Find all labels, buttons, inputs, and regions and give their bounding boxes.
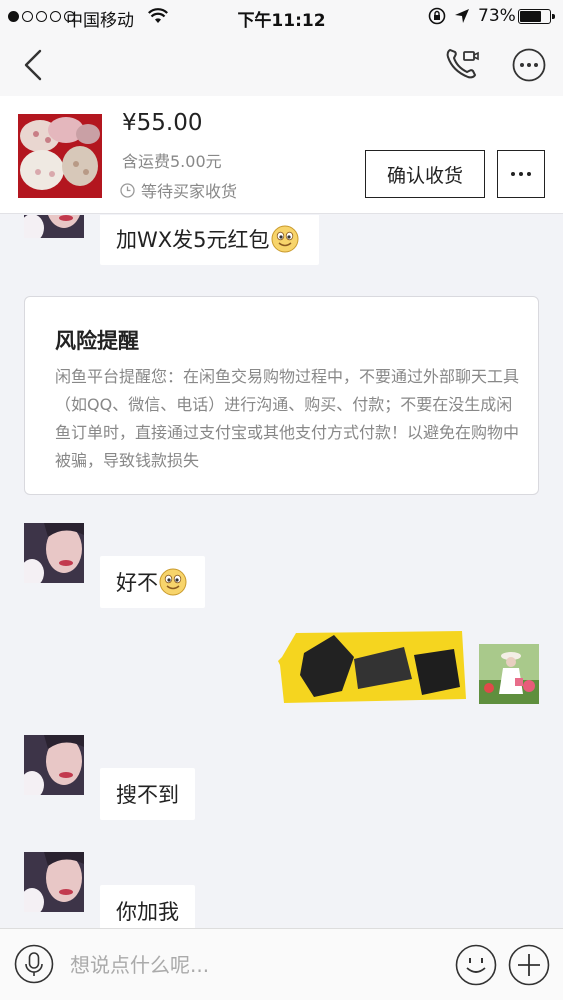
status-bar: 中国移动 下午11:12 73% [0, 0, 563, 34]
order-summary: ¥55.00 含运费5.00元 等待买家收货 确认收货 [0, 96, 563, 214]
battery-percent: 73% [478, 6, 516, 26]
product-thumbnail[interactable] [18, 114, 102, 198]
other-user-avatar[interactable] [24, 523, 84, 583]
message-bubble[interactable]: 你加我 [100, 885, 195, 928]
input-bar [0, 928, 563, 1000]
order-more-button[interactable] [497, 150, 545, 198]
clock-icon [120, 182, 135, 198]
smile-emoji-icon [271, 225, 299, 253]
message-bubble[interactable]: 好不 [100, 556, 205, 608]
message-text: 好不 [116, 571, 158, 595]
voice-input-button[interactable] [14, 944, 54, 984]
risk-warning-card: 风险提醒 闲鱼平台提醒您：在闲鱼交易购物过程中，不要通过外部聊天工具（如QQ、微… [24, 296, 539, 495]
confirm-receipt-button[interactable]: 确认收货 [365, 150, 485, 198]
other-user-avatar[interactable] [24, 215, 84, 238]
battery-fill [520, 11, 541, 22]
other-user-avatar[interactable] [24, 735, 84, 795]
message-text: 搜不到 [116, 783, 179, 807]
message-text: 你加我 [116, 900, 179, 924]
nav-bar [0, 34, 563, 96]
shipping-fee: 含运费5.00元 [122, 152, 222, 171]
other-user-avatar[interactable] [24, 852, 84, 912]
message-bubble[interactable]: 搜不到 [100, 768, 195, 820]
risk-warning-title: 风险提醒 [55, 329, 139, 353]
redacted-message-bubble[interactable] [274, 625, 470, 707]
order-status-text: 等待买家收货 [141, 182, 238, 201]
orientation-lock-icon [428, 7, 446, 25]
order-price: ¥55.00 [122, 110, 203, 136]
location-arrow-icon [455, 9, 469, 23]
message-text: 加WX发5元红包 [116, 228, 270, 252]
smile-emoji-icon [159, 568, 187, 596]
risk-warning-text: 闲鱼平台提醒您：在闲鱼交易购物过程中，不要通过外部聊天工具（如QQ、微信、电话）… [55, 367, 520, 470]
battery-icon [518, 9, 555, 24]
order-status: 等待买家收货 [120, 178, 237, 202]
emoji-button[interactable] [455, 944, 497, 986]
my-avatar[interactable] [479, 644, 539, 704]
more-actions-button[interactable] [508, 944, 550, 986]
back-button[interactable] [20, 48, 48, 82]
message-bubble[interactable]: 加WX发5元红包 [100, 215, 319, 265]
chat-messages[interactable]: 加WX发5元红包 风险提醒 闲鱼平台提醒您：在闲鱼交易购物过程中，不要通过外部聊… [0, 215, 563, 928]
more-options-button[interactable] [512, 48, 546, 82]
message-input[interactable] [70, 943, 440, 987]
video-call-button[interactable] [444, 46, 480, 82]
